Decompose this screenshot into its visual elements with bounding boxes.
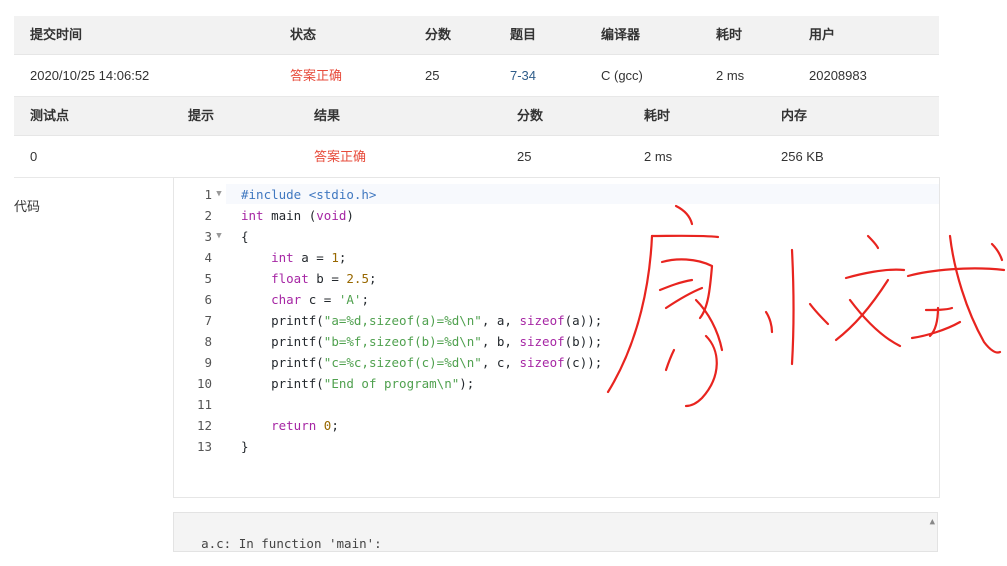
line-number: 2: [204, 208, 212, 223]
col-memory: 内存: [781, 108, 808, 123]
user-value: 20208983: [809, 68, 867, 83]
col-status: 状态: [290, 27, 317, 42]
code-line: int a = 1;: [271, 250, 347, 265]
handwritten-watermark: [606, 204, 1006, 408]
col-tc-elapsed: 耗时: [644, 108, 671, 123]
col-problem: 题目: [510, 27, 537, 42]
code-line: #include <stdio.h>: [241, 187, 377, 202]
submission-row: 2020/10/25 14:06:52 答案正确 25 7-34 C (gcc)…: [14, 55, 939, 97]
code-line: {: [241, 229, 249, 244]
compiler-value: C (gcc): [601, 68, 643, 83]
col-result: 结果: [314, 108, 341, 123]
code-line: printf("c=%c,sizeof(c)=%d\n", c, sizeof(…: [241, 355, 603, 370]
code-line: }: [241, 439, 249, 454]
col-user: 用户: [809, 27, 836, 42]
compiler-output-text: a.c: In function 'main':: [201, 536, 382, 551]
score-value: 25: [425, 68, 440, 83]
fold-toggle-icon[interactable]: ▼: [212, 184, 226, 205]
code-section-label: 代码: [14, 199, 41, 214]
col-testcase: 测试点: [30, 108, 70, 123]
code-line: return 0;: [271, 418, 339, 433]
scroll-up-icon[interactable]: ▲: [930, 517, 935, 527]
line-number: 1 ▼: [174, 184, 226, 205]
code-line: int main (void): [241, 208, 354, 223]
testcase-result-badge: 答案正确: [314, 149, 367, 164]
col-elapsed: 耗时: [716, 27, 743, 42]
submit-time: 2020/10/25 14:06:52: [30, 68, 150, 83]
line-number: 7: [204, 313, 212, 328]
code-line: char c = 'A';: [271, 292, 369, 307]
testcase-row: 0 答案正确 25 2 ms 256 KB: [14, 136, 939, 178]
code-line: float b = 2.5;: [271, 271, 377, 286]
testcase-score: 25: [517, 149, 532, 164]
testcase-elapsed: 2 ms: [644, 149, 673, 164]
line-number: 5: [204, 271, 212, 286]
col-hint: 提示: [188, 108, 215, 123]
line-number: 13: [196, 439, 212, 454]
line-number: 6: [204, 292, 212, 307]
line-number: 9: [204, 355, 212, 370]
problem-link[interactable]: 7-34: [510, 55, 536, 96]
testcase-id: 0: [30, 149, 38, 164]
line-number: 10: [196, 376, 212, 391]
line-gutter: 1 ▼ 2 3 ▼ 4 5 6 7 8 9 10 11 12 13: [174, 184, 226, 457]
code-lines[interactable]: #include <stdio.h> int main (void) { int a…: [241, 184, 602, 457]
code-line: printf("b=%f,sizeof(b)=%d\n", b, sizeof(…: [241, 334, 603, 349]
code-line: printf("End of program\n");: [241, 376, 475, 391]
status-badge: 答案正确: [290, 68, 343, 83]
fold-toggle-icon[interactable]: ▼: [212, 226, 226, 247]
col-tc-score: 分数: [517, 108, 544, 123]
testcase-memory: 256 KB: [781, 149, 824, 164]
line-number: 8: [204, 334, 212, 349]
code-line: printf("a=%d,sizeof(a)=%d\n", a, sizeof(…: [241, 313, 603, 328]
line-number: 4: [204, 250, 212, 265]
line-number: 12: [196, 418, 212, 433]
col-score: 分数: [425, 27, 452, 42]
col-compiler: 编译器: [601, 27, 641, 42]
compiler-output: a.c: In function 'main': ▲: [173, 512, 938, 552]
elapsed-value: 2 ms: [716, 68, 745, 83]
testcase-header-row: 测试点 提示 结果 分数 耗时 内存: [14, 97, 939, 136]
line-number: 11: [196, 397, 212, 412]
col-submit-time: 提交时间: [30, 27, 83, 42]
line-number: 3 ▼: [174, 226, 226, 247]
submission-header-row: 提交时间 状态 分数 题目 编译器 耗时 用户: [14, 16, 939, 55]
